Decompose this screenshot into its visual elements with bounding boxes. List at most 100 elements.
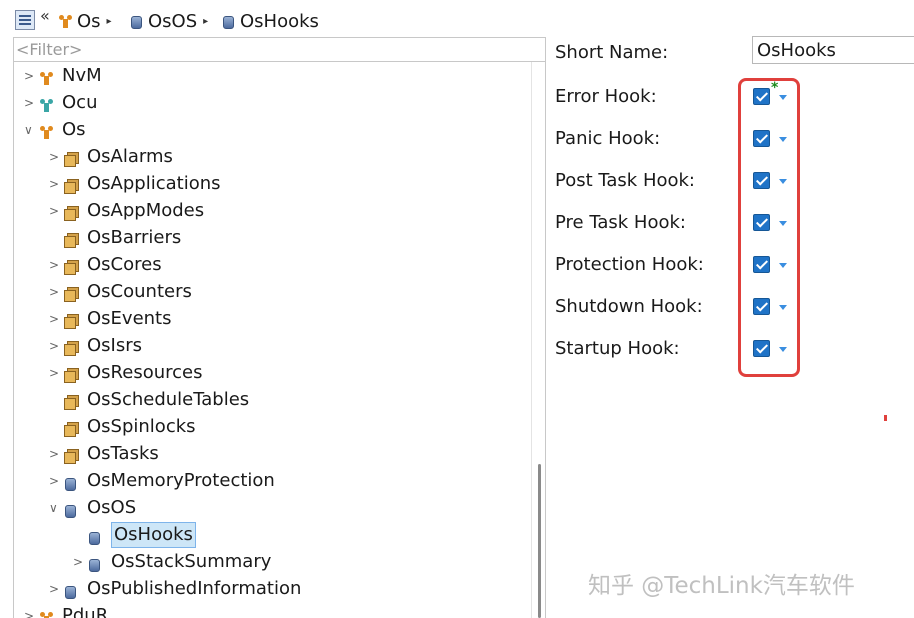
tree-item-label: OsOS bbox=[87, 497, 137, 518]
breadcrumb-item-osos[interactable]: OsOS ▸ bbox=[130, 10, 208, 32]
tree-item[interactable]: ∨ OsOS bbox=[14, 495, 520, 521]
tree-item-icon bbox=[64, 339, 79, 360]
hook-label: Pre Task Hook: bbox=[555, 212, 686, 233]
container-icon bbox=[64, 422, 79, 437]
expand-twistie-icon[interactable]: > bbox=[49, 339, 59, 353]
breadcrumb-label: OsOS bbox=[148, 10, 198, 32]
tree-item[interactable]: > OsResources bbox=[14, 360, 520, 386]
value-dropdown-caret-icon[interactable] bbox=[779, 347, 787, 352]
tree-item[interactable]: > OsMemoryProtection bbox=[14, 468, 520, 494]
tree-item-label: OsAlarms bbox=[87, 146, 173, 167]
outline-view-icon[interactable] bbox=[15, 10, 35, 30]
tree-item-icon bbox=[64, 258, 79, 279]
expand-twistie-icon[interactable]: > bbox=[73, 555, 83, 569]
breadcrumb-label: Os bbox=[77, 10, 101, 32]
hook-checkbox[interactable] bbox=[753, 340, 770, 357]
tree-item[interactable]: > OsPublishedInformation bbox=[14, 576, 520, 602]
container-icon bbox=[64, 233, 79, 248]
scrollbar-thumb[interactable] bbox=[538, 464, 541, 618]
tree-item[interactable]: > PduR bbox=[14, 603, 520, 618]
collapse-twistie-icon[interactable]: ∨ bbox=[24, 123, 33, 137]
hook-checkbox[interactable] bbox=[753, 88, 770, 105]
tree-item-label: OsIsrs bbox=[87, 335, 143, 356]
collapse-twistie-icon[interactable]: ∨ bbox=[49, 501, 58, 515]
tree-item[interactable]: > OsAlarms bbox=[14, 144, 520, 170]
tree-item[interactable]: > OsIsrs bbox=[14, 333, 520, 359]
history-back-icon[interactable]: « bbox=[40, 6, 50, 25]
container-object-icon bbox=[222, 15, 234, 29]
expand-twistie-icon[interactable]: > bbox=[24, 609, 34, 618]
tree-item[interactable]: > OsTasks bbox=[14, 441, 520, 467]
tree-item[interactable]: ∨ Os bbox=[14, 117, 520, 143]
expand-twistie-icon[interactable]: > bbox=[24, 69, 34, 83]
tree-item[interactable]: > OsCounters bbox=[14, 279, 520, 305]
tree-item[interactable]: > NvM bbox=[14, 63, 520, 89]
tree-item[interactable]: OsBarriers bbox=[14, 225, 520, 251]
hook-label: Protection Hook: bbox=[555, 254, 704, 275]
expand-twistie-icon[interactable]: > bbox=[49, 582, 59, 596]
tree-filter-input[interactable]: <Filter> bbox=[14, 38, 545, 62]
hook-checkbox[interactable] bbox=[753, 130, 770, 147]
container-object-icon bbox=[130, 15, 142, 29]
tree-vertical-scrollbar[interactable] bbox=[531, 62, 545, 618]
value-dropdown-caret-icon[interactable] bbox=[779, 221, 787, 226]
module-icon bbox=[39, 125, 55, 139]
breadcrumb-separator-icon[interactable]: ▸ bbox=[203, 16, 208, 27]
tree-item-icon bbox=[64, 312, 79, 333]
hook-checkbox[interactable] bbox=[753, 172, 770, 189]
tree-item[interactable]: > OsAppModes bbox=[14, 198, 520, 224]
expand-twistie-icon[interactable]: > bbox=[49, 312, 59, 326]
breadcrumb-item-os[interactable]: Os ▸ bbox=[58, 10, 112, 32]
hook-checkbox[interactable] bbox=[753, 298, 770, 315]
container-icon bbox=[64, 206, 79, 221]
properties-pane: Short Name: * Error Hook: Panic Hook: Post… bbox=[547, 36, 914, 618]
tree-item[interactable]: > OsCores bbox=[14, 252, 520, 278]
tree-item-label: OsMemoryProtection bbox=[87, 470, 275, 491]
tree-item[interactable]: > Ocu bbox=[14, 90, 520, 116]
tree-item-icon bbox=[64, 582, 76, 603]
tree-item-icon bbox=[64, 393, 79, 414]
watermark: 知乎 @TechLink汽车软件 bbox=[588, 573, 855, 599]
breadcrumb-item-oshooks[interactable]: OsHooks bbox=[222, 10, 319, 32]
tree-item-icon bbox=[64, 366, 79, 387]
expand-twistie-icon[interactable]: > bbox=[49, 366, 59, 380]
tree-item-icon bbox=[64, 150, 79, 171]
tree-item-icon bbox=[64, 285, 79, 306]
expand-twistie-icon[interactable]: > bbox=[49, 258, 59, 272]
hook-checkbox[interactable] bbox=[753, 214, 770, 231]
tree-item-label: OsCounters bbox=[87, 281, 192, 302]
container-icon bbox=[64, 260, 79, 275]
short-name-input[interactable] bbox=[752, 36, 914, 64]
breadcrumb-separator-icon[interactable]: ▸ bbox=[107, 16, 112, 27]
tree-item-label: Os bbox=[62, 119, 86, 140]
hook-checkbox[interactable] bbox=[753, 256, 770, 273]
value-dropdown-caret-icon[interactable] bbox=[779, 305, 787, 310]
module-icon bbox=[39, 71, 55, 85]
hook-label: Panic Hook: bbox=[555, 128, 661, 149]
breadcrumb-bar: « Os ▸ OsOS ▸ OsHooks bbox=[0, 0, 914, 36]
tree-item-label: OsScheduleTables bbox=[87, 389, 250, 410]
expand-twistie-icon[interactable]: > bbox=[24, 96, 34, 110]
expand-twistie-icon[interactable]: > bbox=[49, 474, 59, 488]
tree-item-icon bbox=[39, 69, 55, 90]
tree-item[interactable]: > OsApplications bbox=[14, 171, 520, 197]
tree-item[interactable]: > OsStackSummary bbox=[14, 549, 520, 575]
expand-twistie-icon[interactable]: > bbox=[49, 177, 59, 191]
tree-item-icon bbox=[39, 123, 55, 144]
configuration-tree-pane: <Filter> > NvM > Ocu ∨ Os > OsAlarms > OsApplicat… bbox=[13, 37, 546, 618]
tree-item[interactable]: OsHooks bbox=[14, 522, 520, 548]
hook-label: Startup Hook: bbox=[555, 338, 680, 359]
expand-twistie-icon[interactable]: > bbox=[49, 150, 59, 164]
expand-twistie-icon[interactable]: > bbox=[49, 447, 59, 461]
tree-item-icon bbox=[88, 555, 100, 576]
value-dropdown-caret-icon[interactable] bbox=[779, 95, 787, 100]
value-dropdown-caret-icon[interactable] bbox=[779, 137, 787, 142]
tree-item[interactable]: > OsEvents bbox=[14, 306, 520, 332]
tree-item[interactable]: OsScheduleTables bbox=[14, 387, 520, 413]
expand-twistie-icon[interactable]: > bbox=[49, 285, 59, 299]
value-dropdown-caret-icon[interactable] bbox=[779, 263, 787, 268]
value-dropdown-caret-icon[interactable] bbox=[779, 179, 787, 184]
expand-twistie-icon[interactable]: > bbox=[49, 204, 59, 218]
tree-item[interactable]: OsSpinlocks bbox=[14, 414, 520, 440]
hook-label: Post Task Hook: bbox=[555, 170, 696, 191]
